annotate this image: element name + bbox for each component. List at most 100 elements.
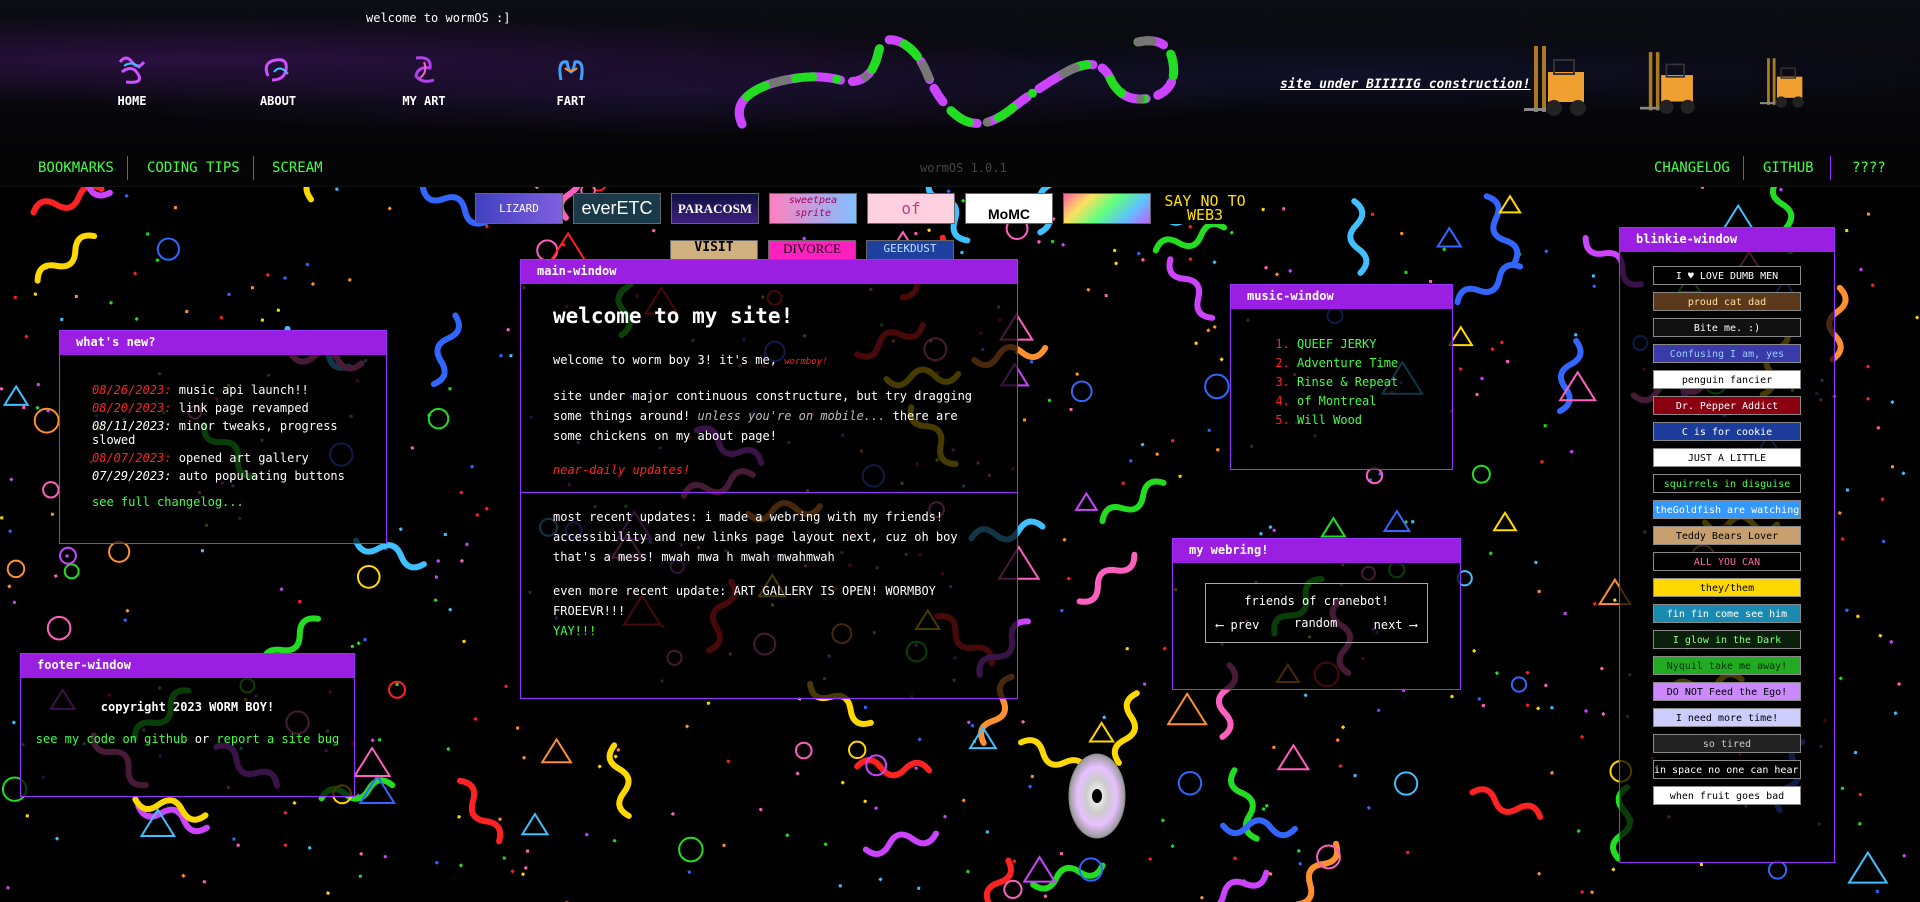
track-title: Rinse & Repeat [1297, 375, 1399, 389]
blinkie-button[interactable]: C is for cookie [1653, 422, 1801, 441]
window-title[interactable]: blinkie-window [1620, 228, 1834, 252]
webring-name: friends of cranebot! [1244, 594, 1389, 608]
cd-disc-icon[interactable] [1068, 752, 1126, 840]
blinkie-button[interactable]: Dr. Pepper Addict [1653, 396, 1801, 415]
blinkie-button[interactable]: squirrels in disguise [1653, 474, 1801, 493]
blinkie-button[interactable]: ALL YOU CAN [1653, 552, 1801, 571]
nav-about[interactable]: ABOUT [233, 52, 323, 108]
track-title: QUEEF JERKY [1297, 337, 1377, 351]
blinkie-button[interactable]: in space no one can hear you moo [1653, 760, 1801, 779]
nav-fart[interactable]: FART [526, 52, 616, 108]
track-item[interactable]: QUEEF JERKY [1297, 335, 1452, 354]
news-date: 08/26/2023: [92, 383, 172, 397]
webring-window[interactable]: my webring! friends of cranebot! ⟵ prev … [1172, 538, 1461, 690]
banner-geekdust[interactable]: GEEKDUST [866, 240, 954, 260]
updates-paragraph: most recent updates: i made a webring wi… [553, 510, 958, 564]
window-title[interactable]: what's new? [60, 331, 386, 355]
divider [1743, 156, 1744, 180]
webring-prev[interactable]: ⟵ prev [1216, 618, 1259, 632]
blinkie-button[interactable]: when fruit goes bad [1653, 786, 1801, 805]
banner-divorce[interactable]: DIVORCE [768, 240, 856, 260]
banner-momc[interactable]: MoMC [965, 193, 1053, 224]
track-item[interactable]: Rinse & Repeat [1297, 373, 1452, 392]
blinkie-button[interactable]: DO NOT Feed the Ego! [1653, 682, 1801, 701]
blinkie-button[interactable]: proud cat dad [1653, 292, 1801, 311]
blinkie-window[interactable]: blinkie-window I ♥ LOVE DUMB MEN proud ca… [1619, 227, 1835, 863]
nav-my-art[interactable]: MY ART [379, 52, 469, 108]
link-bookmarks[interactable]: BOOKMARKS [38, 160, 114, 176]
blinkie-button[interactable]: Bite me. :) [1653, 318, 1801, 337]
banner-paracosm[interactable]: PARACOSM [671, 193, 759, 224]
news-item: 08/26/2023: music api launch!! [92, 383, 386, 397]
copyright-text: copyright 2023 WORM BOY! [100, 700, 275, 714]
track-item[interactable]: of Montreal [1297, 392, 1452, 411]
banner-of[interactable]: of [867, 193, 955, 224]
blinkie-button[interactable]: I ♥ LOVE DUMB MEN [1653, 266, 1801, 285]
news-text: opened art gallery [178, 451, 309, 465]
intro-text: welcome to worm boy 3! it's me, wormboy! [553, 350, 985, 372]
link-scream[interactable]: SCREAM [272, 160, 323, 176]
changelog-link[interactable]: see full changelog... [92, 495, 386, 509]
bug-report-link[interactable]: report a site bug [216, 732, 339, 746]
banner-rainbow[interactable] [1063, 193, 1151, 224]
blinkie-button[interactable]: I glow in the Dark [1653, 630, 1801, 649]
blinkie-button[interactable]: I need more time! [1653, 708, 1801, 727]
construction-notice: site under BIIIIIG construction! [1280, 77, 1531, 92]
webring-widget: friends of cranebot! ⟵ prev random next … [1205, 583, 1428, 643]
webring-next[interactable]: next ⟶ [1374, 618, 1417, 632]
track-list: QUEEF JERKY Adventure Time Rinse & Repea… [1231, 335, 1452, 430]
paragraph-text: even more recent update: ART GALLERY IS … [553, 584, 936, 618]
intro-line: welcome to worm boy 3! it's me, [553, 353, 777, 367]
github-link[interactable]: see my code on github [36, 732, 188, 746]
window-title[interactable]: footer-window [21, 654, 354, 678]
footer-window[interactable]: footer-window copyright 2023 WORM BOY! s… [20, 653, 355, 797]
blinkie-list: I ♥ LOVE DUMB MEN proud cat dad Bite me. :… [1620, 252, 1834, 805]
track-item[interactable]: Adventure Time [1297, 354, 1452, 373]
news-text: link page revamped [178, 401, 309, 415]
track-item[interactable]: Will Wood [1297, 411, 1452, 430]
divider [253, 156, 254, 180]
top-header: welcome to wormOS :] HOME ABOUT MY ART F… [0, 0, 1920, 150]
divider [521, 492, 1017, 493]
blinkie-button[interactable]: so tired [1653, 734, 1801, 753]
music-window[interactable]: music-window QUEEF JERKY Adventure Time … [1230, 284, 1453, 470]
blinkie-button[interactable]: theGoldfish are watching [1653, 500, 1801, 519]
link-mystery[interactable]: ???? [1852, 160, 1886, 176]
news-text: music api launch!! [178, 383, 309, 397]
nav-home-label: HOME [117, 94, 147, 108]
nav-home[interactable]: HOME [87, 52, 177, 108]
window-title[interactable]: main-window [521, 260, 1017, 284]
paragraph-aside: unless you're on mobile... [697, 409, 886, 423]
blinkie-button[interactable]: they/them [1653, 578, 1801, 597]
banner-no-web3[interactable]: SAY NO TO WEB3 [1161, 193, 1249, 224]
blinkie-button[interactable]: fin fin come see him [1653, 604, 1801, 623]
blinkie-button[interactable]: Confusing I am, yes [1653, 344, 1801, 363]
worm-loop-icon [264, 58, 289, 82]
link-github[interactable]: GITHUB [1763, 160, 1814, 176]
near-daily-note: near-daily updates! [553, 463, 691, 477]
webring-random[interactable]: random [1294, 616, 1337, 630]
banner-lizard[interactable]: LIZARD [475, 193, 563, 224]
main-window[interactable]: main-window welcome to my site! welcome … [520, 259, 1018, 699]
blinkie-button[interactable]: Nyquil take me away! [1653, 656, 1801, 675]
forklift-icon [1524, 46, 1586, 116]
nav-about-label: ABOUT [259, 94, 297, 108]
banner-sweetpea[interactable]: sweetpea sprite [769, 193, 857, 224]
link-changelog[interactable]: CHANGELOG [1654, 160, 1730, 176]
banner-everetc[interactable]: everETC [573, 193, 661, 224]
whats-new-window[interactable]: what's new? 08/26/2023: music api launch… [59, 330, 387, 544]
forklift-icon [1640, 52, 1695, 114]
blinkie-button[interactable]: Teddy Bears Lover [1653, 526, 1801, 545]
track-title: Will Wood [1297, 413, 1363, 427]
blinkie-button[interactable]: penguin fancier [1653, 370, 1801, 389]
blinkie-button[interactable]: JUST A LITTLE [1653, 448, 1801, 467]
window-title[interactable]: music-window [1231, 285, 1452, 309]
worm-squiggle-icon [118, 56, 146, 84]
updates-paragraph: even more recent update: ART GALLERY IS … [553, 581, 985, 641]
banner-visit[interactable]: VISIT [670, 240, 758, 260]
yay-text: YAY!!! [553, 624, 597, 638]
signature: wormboy! [784, 357, 828, 367]
link-coding-tips[interactable]: CODING TIPS [147, 160, 240, 176]
news-item: 08/07/2023: opened art gallery [92, 451, 386, 465]
window-title[interactable]: my webring! [1173, 539, 1460, 563]
